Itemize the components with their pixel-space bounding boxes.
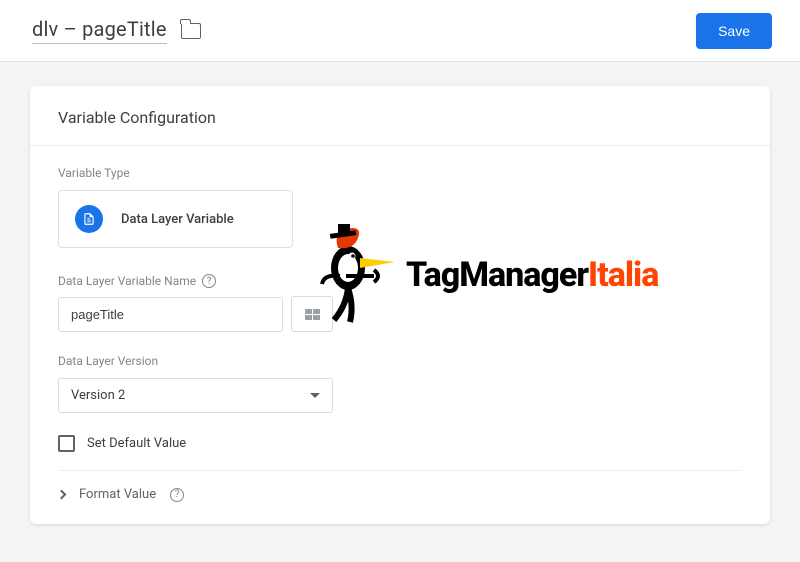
folder-icon[interactable] xyxy=(181,23,201,39)
insert-variable-button[interactable] xyxy=(291,296,333,332)
variable-type-value: Data Layer Variable xyxy=(121,212,234,227)
title-wrap: dlv – pageTitle xyxy=(32,17,201,44)
version-value: Version 2 xyxy=(71,388,125,403)
brick-icon xyxy=(305,309,320,320)
card-title: Variable Configuration xyxy=(30,86,770,146)
version-select[interactable]: Version 2 xyxy=(58,378,333,413)
set-default-label: Set Default Value xyxy=(87,436,186,451)
version-label: Data Layer Version xyxy=(58,354,742,368)
help-icon[interactable]: ? xyxy=(170,488,184,502)
chevron-down-icon xyxy=(310,393,320,398)
divider xyxy=(58,470,742,471)
format-value-label: Format Value xyxy=(79,487,156,502)
help-icon[interactable]: ? xyxy=(202,274,216,288)
dlv-name-group: Data Layer Variable Name ? xyxy=(58,274,742,332)
card-body: Variable Type Data Layer Variable Data L… xyxy=(30,146,770,524)
variable-name-title[interactable]: dlv – pageTitle xyxy=(32,17,167,44)
set-default-checkbox[interactable] xyxy=(58,435,75,452)
data-layer-icon xyxy=(75,205,103,233)
format-value-row[interactable]: Format Value ? xyxy=(58,487,742,502)
chevron-right-icon xyxy=(57,490,67,500)
version-group: Data Layer Version Version 2 xyxy=(58,354,742,413)
page-header: dlv – pageTitle Save xyxy=(0,0,800,62)
set-default-row[interactable]: Set Default Value xyxy=(58,435,742,452)
save-button[interactable]: Save xyxy=(696,13,772,49)
dlv-name-input[interactable] xyxy=(58,297,283,332)
dlv-name-label: Data Layer Variable Name xyxy=(58,274,196,288)
variable-type-selector[interactable]: Data Layer Variable xyxy=(58,190,293,248)
variable-type-label: Variable Type xyxy=(58,166,742,180)
config-card: Variable Configuration Variable Type Dat… xyxy=(30,86,770,524)
